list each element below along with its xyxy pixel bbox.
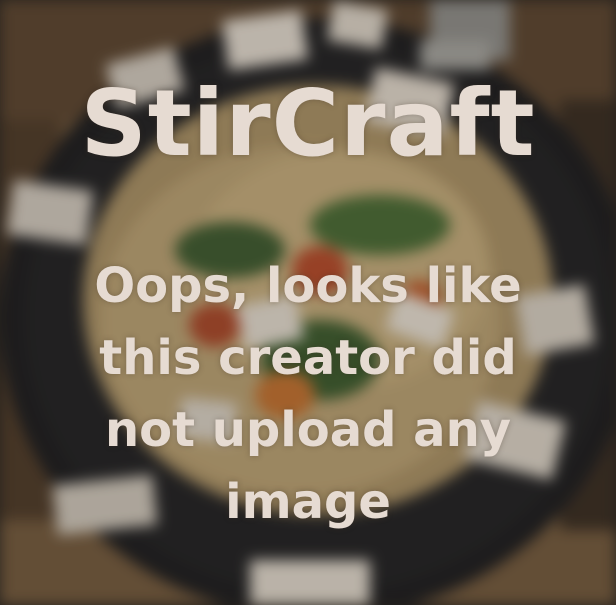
no-image-message: Oops, looks like this creator did not up… xyxy=(94,258,522,530)
placeholder-text: StirCraft Oops, looks like this creator … xyxy=(0,0,616,605)
image-placeholder: StirCraft Oops, looks like this creator … xyxy=(0,0,616,605)
brand-title: StirCraft xyxy=(80,70,536,177)
